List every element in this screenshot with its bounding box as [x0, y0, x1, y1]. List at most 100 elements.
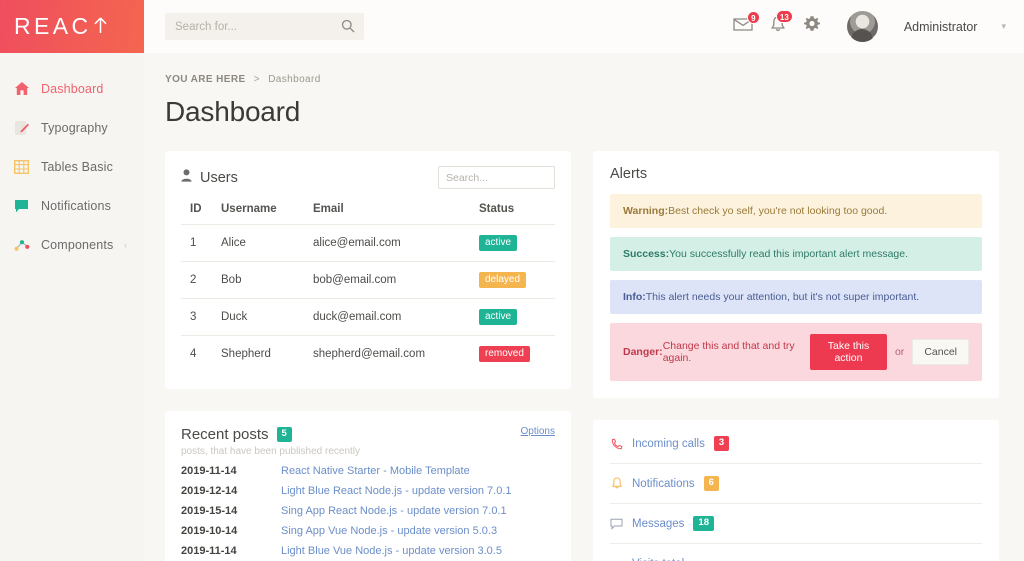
cancel-button[interactable]: Cancel	[912, 339, 969, 365]
stat-label: Visits total	[632, 558, 684, 561]
avatar[interactable]	[846, 11, 878, 42]
home-icon	[13, 80, 30, 97]
post-date: 2019-15-14	[181, 505, 238, 517]
users-table: ID Username Email Status 1 Alice alice@e…	[181, 203, 555, 372]
alert-text: Change this and that and try again.	[662, 340, 795, 364]
logo-text: REAC	[14, 13, 108, 40]
sidebar: REAC Dashboard Typography Tables Basic N…	[0, 0, 144, 561]
alert-danger: Danger: Change this and that and try aga…	[610, 323, 982, 381]
page-title: Dashboard	[165, 96, 301, 127]
table-row[interactable]: 1 Alice alice@email.com active	[181, 224, 555, 262]
recent-posts-subtitle: posts, that have been published recently	[181, 446, 361, 457]
gear-icon[interactable]	[803, 15, 821, 38]
status-badge: active	[479, 235, 518, 251]
sidebar-item-typography[interactable]: Typography	[0, 108, 144, 147]
post-title[interactable]: React Native Starter - Mobile Template	[281, 465, 470, 477]
cell-id: 1	[181, 224, 221, 262]
components-icon	[13, 236, 30, 253]
stat-row-visits-total[interactable]: Visits total	[610, 544, 982, 561]
sidebar-item-label: Components	[41, 237, 114, 252]
logo-arrow-icon	[93, 13, 108, 40]
recent-posts-count-badge: 5	[276, 427, 292, 442]
stat-row-incoming-calls[interactable]: Incoming calls 3	[610, 424, 982, 464]
column-header-email: Email	[313, 203, 344, 215]
post-title[interactable]: Sing App Vue Node.js - update version 5.…	[281, 525, 497, 537]
stat-label: Notifications	[632, 477, 695, 490]
list-item[interactable]: 2019-10-14 Sing App Vue Node.js - update…	[181, 521, 555, 541]
sidebar-item-notifications[interactable]: Notifications	[0, 186, 144, 225]
list-item[interactable]: 2019-12-14 Light Blue React Node.js - up…	[181, 481, 555, 501]
users-table-header: ID Username Email Status	[181, 203, 555, 225]
dashboard-grid: Users ID Username Email Status	[165, 151, 1003, 561]
topbar: 9 13 Administrator ▾	[144, 0, 1024, 53]
breadcrumb: YOU ARE HERE > Dashboard	[165, 74, 1003, 85]
alerts-title: Alerts	[610, 166, 648, 182]
breadcrumb-current[interactable]: Dashboard	[268, 74, 321, 85]
mail-button[interactable]: 9	[733, 11, 760, 36]
cell-username: Bob	[221, 261, 313, 299]
alert-text: You successfully read this important ale…	[669, 248, 909, 260]
phone-icon	[610, 438, 623, 450]
table-row[interactable]: 3 Duck duck@email.com active	[181, 298, 555, 336]
alert-label: Warning:	[623, 205, 669, 217]
stat-badge: 18	[693, 516, 714, 531]
chevron-down-icon[interactable]: ▾	[1001, 21, 1006, 32]
logo-label: REAC	[14, 13, 92, 39]
alert-label: Success:	[623, 248, 670, 260]
cell-username: Alice	[221, 224, 313, 262]
users-table-body: 1 Alice alice@email.com active 2 Bob bob…	[181, 224, 555, 372]
stat-row-notifications[interactable]: Notifications 6	[610, 464, 982, 504]
table-row[interactable]: 2 Bob bob@email.com delayed	[181, 261, 555, 299]
post-date: 2019-11-14	[181, 465, 237, 477]
alerts-card: Alerts Warning: Best check yo self, you'…	[593, 151, 999, 398]
admin-name[interactable]: Administrator	[904, 20, 978, 34]
chevron-left-icon[interactable]: ‹	[124, 240, 127, 250]
cell-status: active	[479, 298, 555, 336]
notifications-button[interactable]: 13	[770, 9, 793, 38]
post-title[interactable]: Light Blue React Node.js - update versio…	[281, 485, 512, 497]
sidebar-item-label: Notifications	[41, 198, 112, 213]
sidebar-item-tables-basic[interactable]: Tables Basic	[0, 147, 144, 186]
users-search[interactable]	[438, 166, 555, 189]
stat-badge: 3	[713, 436, 730, 451]
stat-label: Incoming calls	[632, 437, 705, 450]
recent-posts-card: Recent posts 5 Options posts, that have …	[165, 411, 571, 561]
notifications-badge: 13	[775, 9, 793, 23]
list-item[interactable]: 2019-11-14 Light Blue Vue Node.js - upda…	[181, 541, 555, 561]
sidebar-item-components[interactable]: Components ‹	[0, 225, 144, 264]
post-date: 2019-12-14	[181, 485, 238, 497]
topbar-actions: 9 13 Administrator ▾	[733, 9, 1006, 42]
cell-id: 3	[181, 298, 221, 336]
stat-row-messages[interactable]: Messages 18	[610, 504, 982, 544]
stats-card: Incoming calls 3 Notifications 6 Message…	[593, 420, 999, 561]
cell-email: shepherd@email.com	[313, 335, 479, 372]
take-this-action-button[interactable]: Take this action	[810, 334, 887, 370]
recent-posts-title-wrap: Recent posts 5	[181, 426, 292, 443]
sidebar-item-dashboard[interactable]: Dashboard	[0, 69, 144, 108]
cell-username: Shepherd	[221, 335, 313, 372]
chat-bubble-icon	[13, 197, 30, 214]
users-search-input[interactable]	[446, 167, 547, 188]
options-link[interactable]: Options	[521, 426, 555, 437]
list-item[interactable]: 2019-11-14 React Native Starter - Mobile…	[181, 461, 555, 481]
global-search[interactable]	[165, 13, 364, 40]
column-header-status: Status	[479, 203, 515, 215]
column-header-username: Username	[221, 203, 277, 215]
table-icon	[13, 158, 30, 175]
post-title[interactable]: Sing App React Node.js - update version …	[281, 505, 507, 517]
cell-username: Duck	[221, 298, 313, 336]
alert-info: Info: This alert needs your attention, b…	[610, 280, 982, 314]
list-item[interactable]: 2019-15-14 Sing App React Node.js - upda…	[181, 501, 555, 521]
table-row[interactable]: 4 Shepherd shepherd@email.com removed	[181, 335, 555, 372]
status-badge: removed	[479, 346, 530, 362]
cell-id: 2	[181, 261, 221, 299]
search-input[interactable]	[175, 20, 354, 33]
post-title[interactable]: Light Blue Vue Node.js - update version …	[281, 545, 502, 557]
recent-posts-title: Recent posts	[181, 426, 269, 443]
post-date: 2019-11-14	[181, 545, 237, 557]
mail-badge: 9	[746, 11, 760, 24]
search-icon[interactable]	[341, 19, 355, 38]
logo[interactable]: REAC	[0, 0, 144, 53]
alert-text: Best check yo self, you're not looking t…	[668, 205, 888, 217]
stat-badge: 6	[703, 476, 719, 491]
